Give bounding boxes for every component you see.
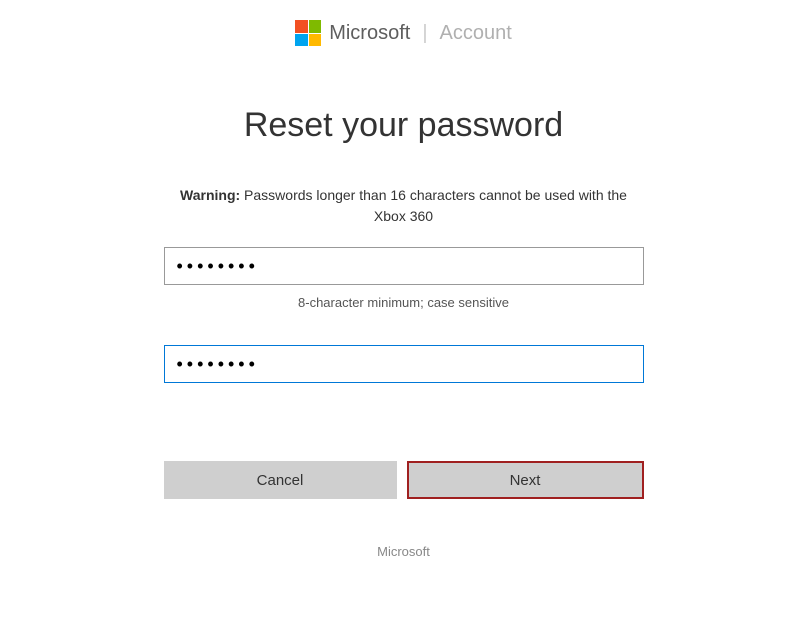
password-hint: 8-character minimum; case sensitive xyxy=(164,295,644,310)
brand-text: Microsoft xyxy=(329,22,410,45)
main-content: Reset your password Warning: Passwords l… xyxy=(164,106,644,559)
confirm-password-input[interactable] xyxy=(164,345,644,383)
warning-body: Passwords longer than 16 characters cann… xyxy=(240,187,627,224)
cancel-button[interactable]: Cancel xyxy=(164,461,397,499)
warning-text: Warning: Passwords longer than 16 charac… xyxy=(164,185,644,227)
next-button[interactable]: Next xyxy=(407,461,644,499)
header: Microsoft | Account xyxy=(0,20,807,46)
warning-label: Warning: xyxy=(180,187,240,203)
section-text: Account xyxy=(440,22,512,45)
page-title: Reset your password xyxy=(164,106,644,145)
microsoft-logo-icon xyxy=(295,20,321,46)
new-password-input[interactable] xyxy=(164,247,644,285)
button-row: Cancel Next xyxy=(164,461,644,499)
footer-text: Microsoft xyxy=(164,544,644,559)
divider: | xyxy=(422,22,427,45)
